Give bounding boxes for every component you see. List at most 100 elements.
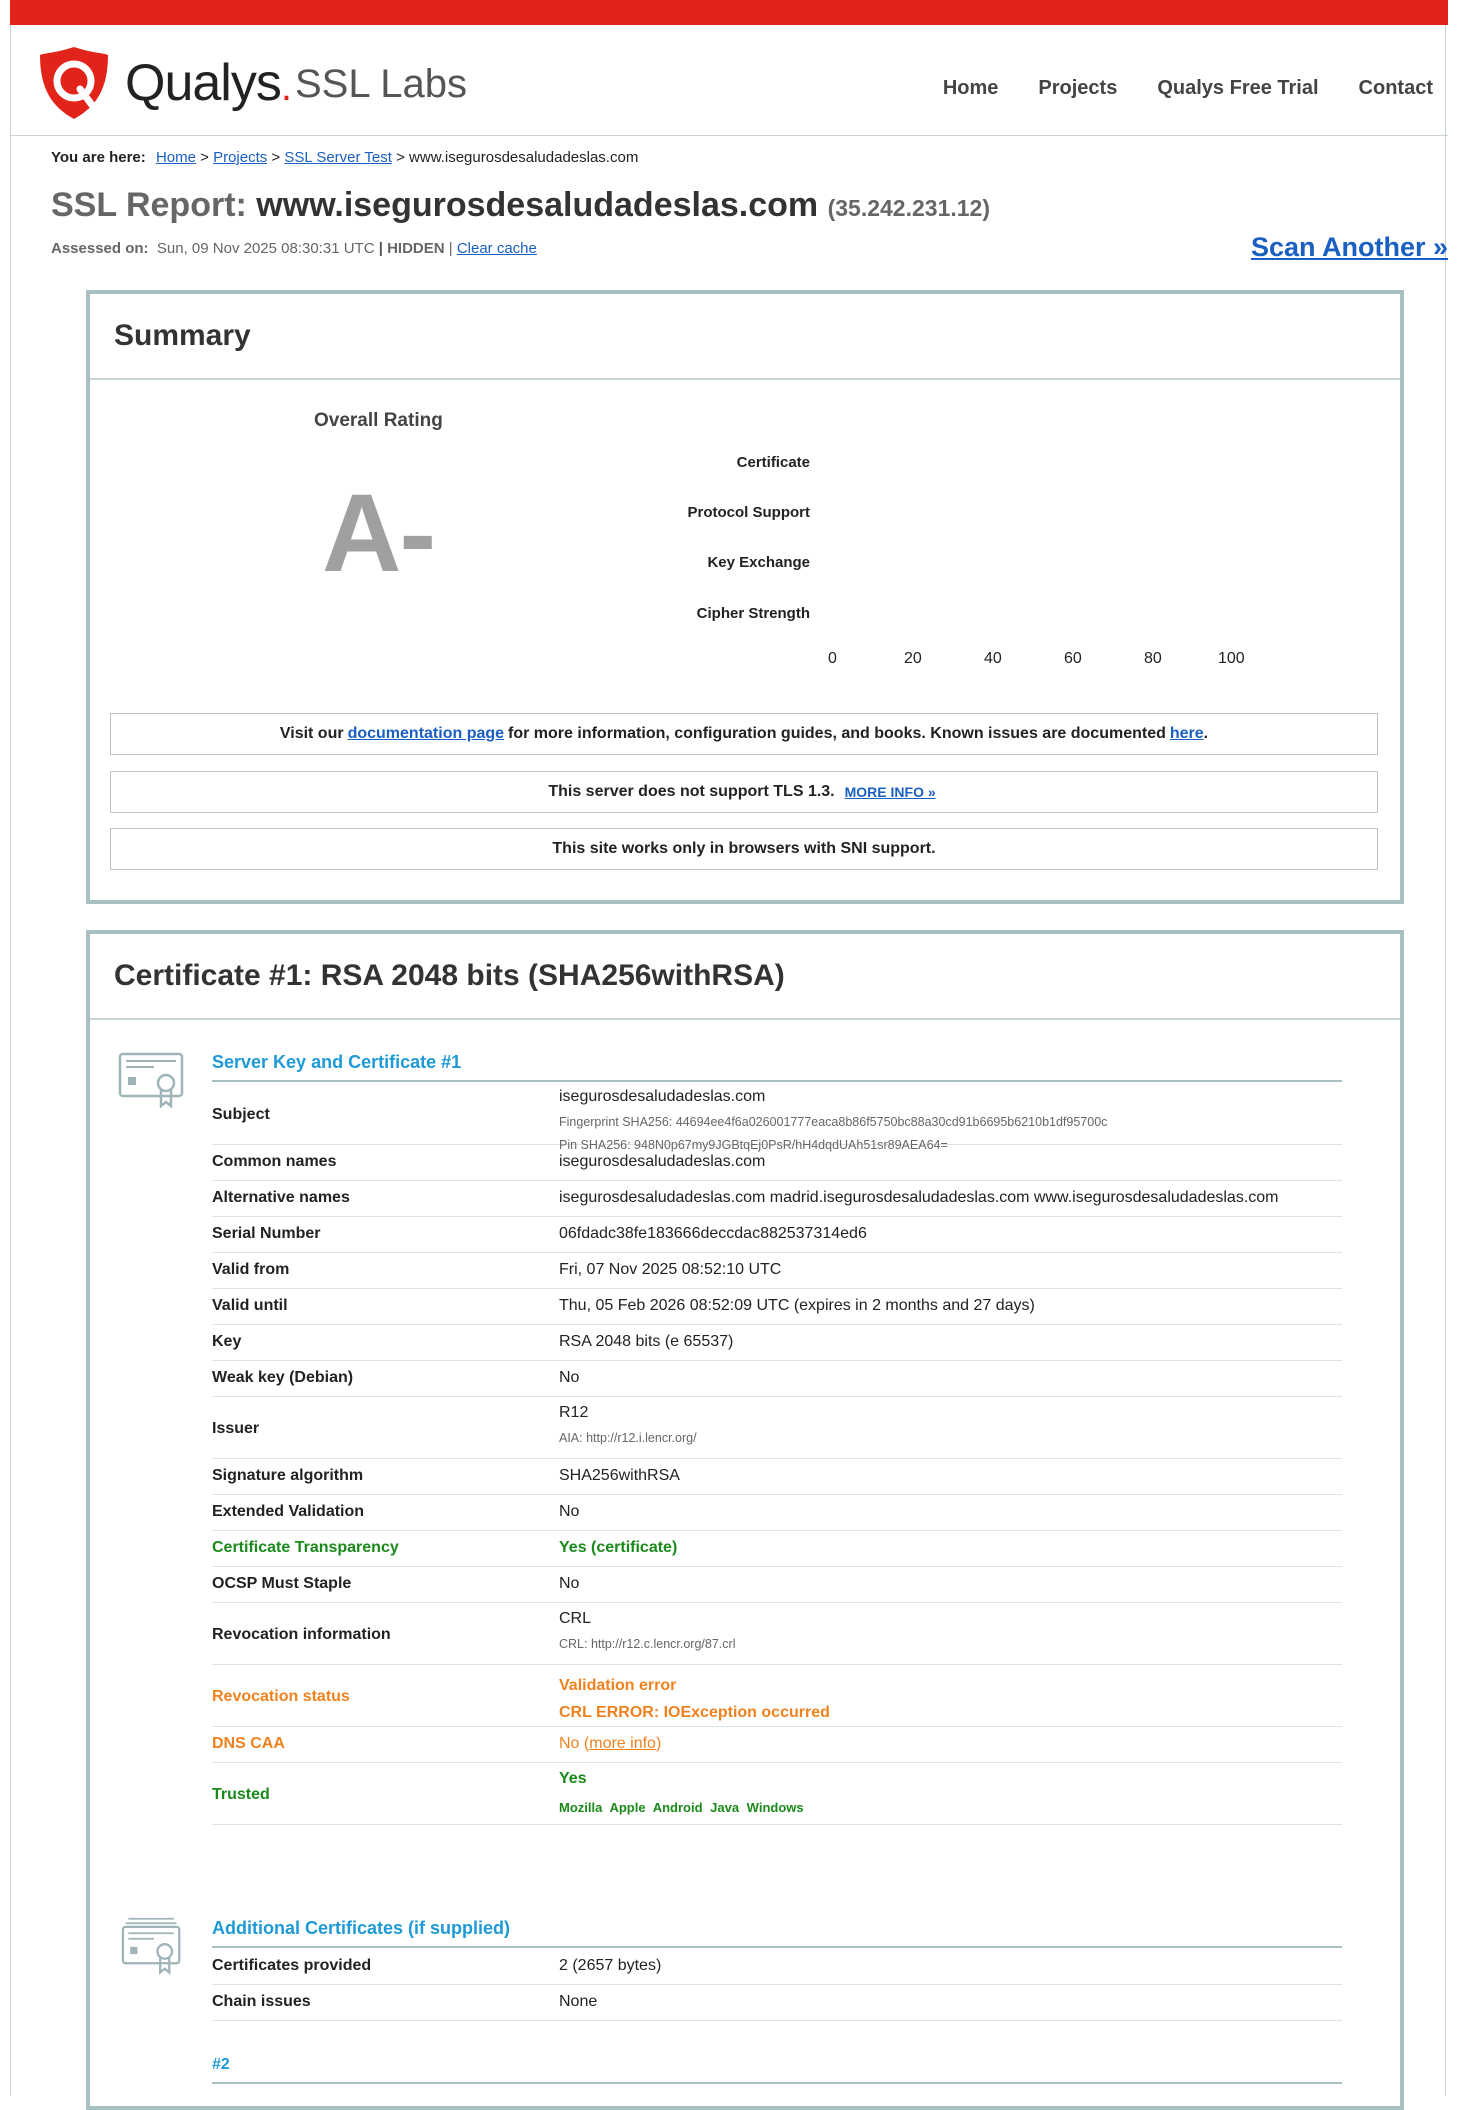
notice-sni: This site works only in browsers with SN… [110, 828, 1378, 870]
bar-label-certificate: Certificate [736, 454, 810, 471]
assessed-line: Assessed on: Sun, 09 Nov 2025 08:30:31 U… [51, 240, 537, 257]
issuer-aia: AIA: http://r12.i.lencr.org/ [559, 1431, 697, 1445]
top-red-bar [10, 0, 1448, 25]
table-row: Revocation status Validation error CRL E… [212, 1664, 1342, 1727]
table-row: Common names isegurosdesaludadeslas.com [212, 1144, 1342, 1181]
breadcrumb-home[interactable]: Home [156, 149, 196, 166]
trusted-value: Yes [559, 1770, 587, 1787]
dns-caa-value: No [559, 1735, 580, 1752]
axis-tick: 100 [1218, 650, 1245, 667]
brand-name: Qualys [125, 54, 282, 112]
nav-contact[interactable]: Contact [1359, 77, 1433, 100]
bar-label-key-exchange: Key Exchange [707, 554, 810, 571]
table-row: Alternative names isegurosdesaludadeslas… [212, 1180, 1342, 1217]
row-value: isegurosdesaludadeslas.com Fingerprint S… [559, 1088, 1107, 1152]
row-label: Extended Validation [212, 1503, 365, 1520]
revocation-value: CRL [559, 1610, 592, 1627]
row-label: Alternative names [212, 1189, 350, 1206]
table-row: Valid from Fri, 07 Nov 2025 08:52:10 UTC [212, 1252, 1342, 1289]
row-label: Weak key (Debian) [212, 1369, 354, 1386]
subject-value: isegurosdesaludadeslas.com [559, 1088, 766, 1105]
breadcrumb-ssl-server-test[interactable]: SSL Server Test [284, 149, 392, 166]
row-value: Yes Mozilla Apple Android Java Windows [559, 1770, 804, 1815]
nav-home[interactable]: Home [943, 77, 999, 100]
row-label: Valid from [212, 1261, 290, 1278]
row-label: Subject [212, 1106, 270, 1123]
breadcrumb-label: You are here: [51, 149, 146, 166]
axis-tick: 80 [1144, 650, 1162, 667]
table-row: Serial Number 06fdadc38fe183666deccdac88… [212, 1216, 1342, 1253]
notice-text: This server does not support TLS 1.3. [548, 783, 835, 800]
row-value: Fri, 07 Nov 2025 08:52:10 UTC [559, 1261, 782, 1278]
section-server-key: Server Key and Certificate #1 [212, 1052, 462, 1072]
axis-tick: 0 [828, 650, 837, 667]
scan-another-link[interactable]: Scan Another » [1251, 232, 1448, 263]
axis-tick: 20 [904, 650, 922, 667]
hidden-flag: HIDDEN [387, 240, 445, 257]
table-row: Trusted Yes Mozilla Apple Android Java W… [212, 1762, 1342, 1825]
revocation-status-line: Validation error [559, 1677, 677, 1694]
trust-stores: Mozilla Apple Android Java Windows [559, 1800, 804, 1815]
documentation-page-link[interactable]: documentation page [348, 725, 504, 743]
overall-grade: A- [322, 472, 436, 595]
table-row: Key RSA 2048 bits (e 65537) [212, 1324, 1342, 1361]
nav-free-trial[interactable]: Qualys Free Trial [1157, 77, 1318, 100]
certificate-chain-icon [121, 1917, 181, 1975]
qualys-shield-icon[interactable] [34, 43, 114, 123]
certificate-title: Certificate #1: RSA 2048 bits (SHA256wit… [90, 934, 1400, 1020]
row-value: None [559, 1993, 598, 2010]
notice-text: Visit our [279, 725, 344, 742]
dns-caa-more-info-link[interactable]: more info [589, 1735, 656, 1752]
section-rule [212, 2082, 1342, 2084]
site-header: Qualys. SSL Labs Home Projects Qualys Fr… [10, 25, 1448, 136]
notice-tls13: This server does not support TLS 1.3. MO… [110, 771, 1378, 813]
row-label: Common names [212, 1153, 337, 1170]
assessed-label: Assessed on: [51, 240, 149, 257]
crl-url: CRL: http://r12.c.lencr.org/87.crl [559, 1637, 736, 1651]
clear-cache-link[interactable]: Clear cache [457, 240, 537, 257]
table-row: Valid until Thu, 05 Feb 2026 08:52:09 UT… [212, 1288, 1342, 1325]
row-label: Signature algorithm [212, 1467, 364, 1484]
section-additional-certificates: Additional Certificates (if supplied) [212, 1918, 511, 1938]
row-label: Chain issues [212, 1993, 311, 2010]
known-issues-link[interactable]: here [1170, 725, 1204, 743]
row-value: CRL CRL: http://r12.c.lencr.org/87.crl [559, 1610, 735, 1651]
row-value: 06fdadc38fe183666deccdac882537314ed6 [559, 1225, 867, 1242]
fingerprint: Fingerprint SHA256: 44694ee4f6a026001777… [559, 1115, 1108, 1129]
brand-subtitle: SSL Labs [295, 62, 467, 106]
row-value: 2 (2657 bytes) [559, 1957, 662, 1974]
overall-rating-label: Overall Rating [314, 410, 443, 431]
table-row: Certificate Transparency Yes (certificat… [212, 1530, 1342, 1567]
main-nav: Home Projects Qualys Free Trial Contact [943, 77, 1433, 100]
row-label: Certificates provided [212, 1957, 372, 1974]
brand-logo-text[interactable]: Qualys. [125, 53, 292, 113]
breadcrumb-projects[interactable]: Projects [213, 149, 267, 166]
row-label: Revocation information [212, 1626, 391, 1643]
breadcrumb-current: www.isegurosdesaludadeslas.com [409, 149, 639, 166]
title-prefix: SSL Report: [51, 186, 247, 224]
row-label: Certificate Transparency [212, 1539, 399, 1556]
summary-panel: Summary Overall Rating A- Certificate Pr… [86, 290, 1404, 904]
table-row: DNS CAA No (more info) [212, 1726, 1342, 1763]
notice-documentation: Visit our documentation page for more in… [110, 713, 1378, 755]
table-row: Subject isegurosdesaludadeslas.com Finge… [212, 1082, 1342, 1152]
bar-label-cipher: Cipher Strength [696, 605, 810, 622]
breadcrumb: You are here: Home > Projects > SSL Serv… [51, 149, 639, 166]
table-row: Weak key (Debian) No [212, 1360, 1342, 1397]
table-row: OCSP Must Staple No [212, 1566, 1342, 1603]
more-info-link[interactable]: MORE INFO » [845, 784, 936, 800]
nav-projects[interactable]: Projects [1038, 77, 1117, 100]
axis-tick: 40 [984, 650, 1002, 667]
row-value: No [559, 1369, 580, 1386]
section-cert-2: #2 [212, 2056, 230, 2073]
row-value: isegurosdesaludadeslas.com [559, 1153, 766, 1170]
row-value: R12 AIA: http://r12.i.lencr.org/ [559, 1404, 697, 1445]
row-label: Issuer [212, 1420, 260, 1437]
page-title: SSL Report: www.isegurosdesaludadeslas.c… [51, 186, 990, 225]
row-value: No [559, 1575, 580, 1592]
row-label: DNS CAA [212, 1735, 285, 1752]
table-row: Signature algorithm SHA256withRSA [212, 1458, 1342, 1495]
row-value: Yes (certificate) [559, 1539, 678, 1556]
certificate-icon [118, 1052, 184, 1109]
row-value: No (more info) [559, 1735, 662, 1752]
